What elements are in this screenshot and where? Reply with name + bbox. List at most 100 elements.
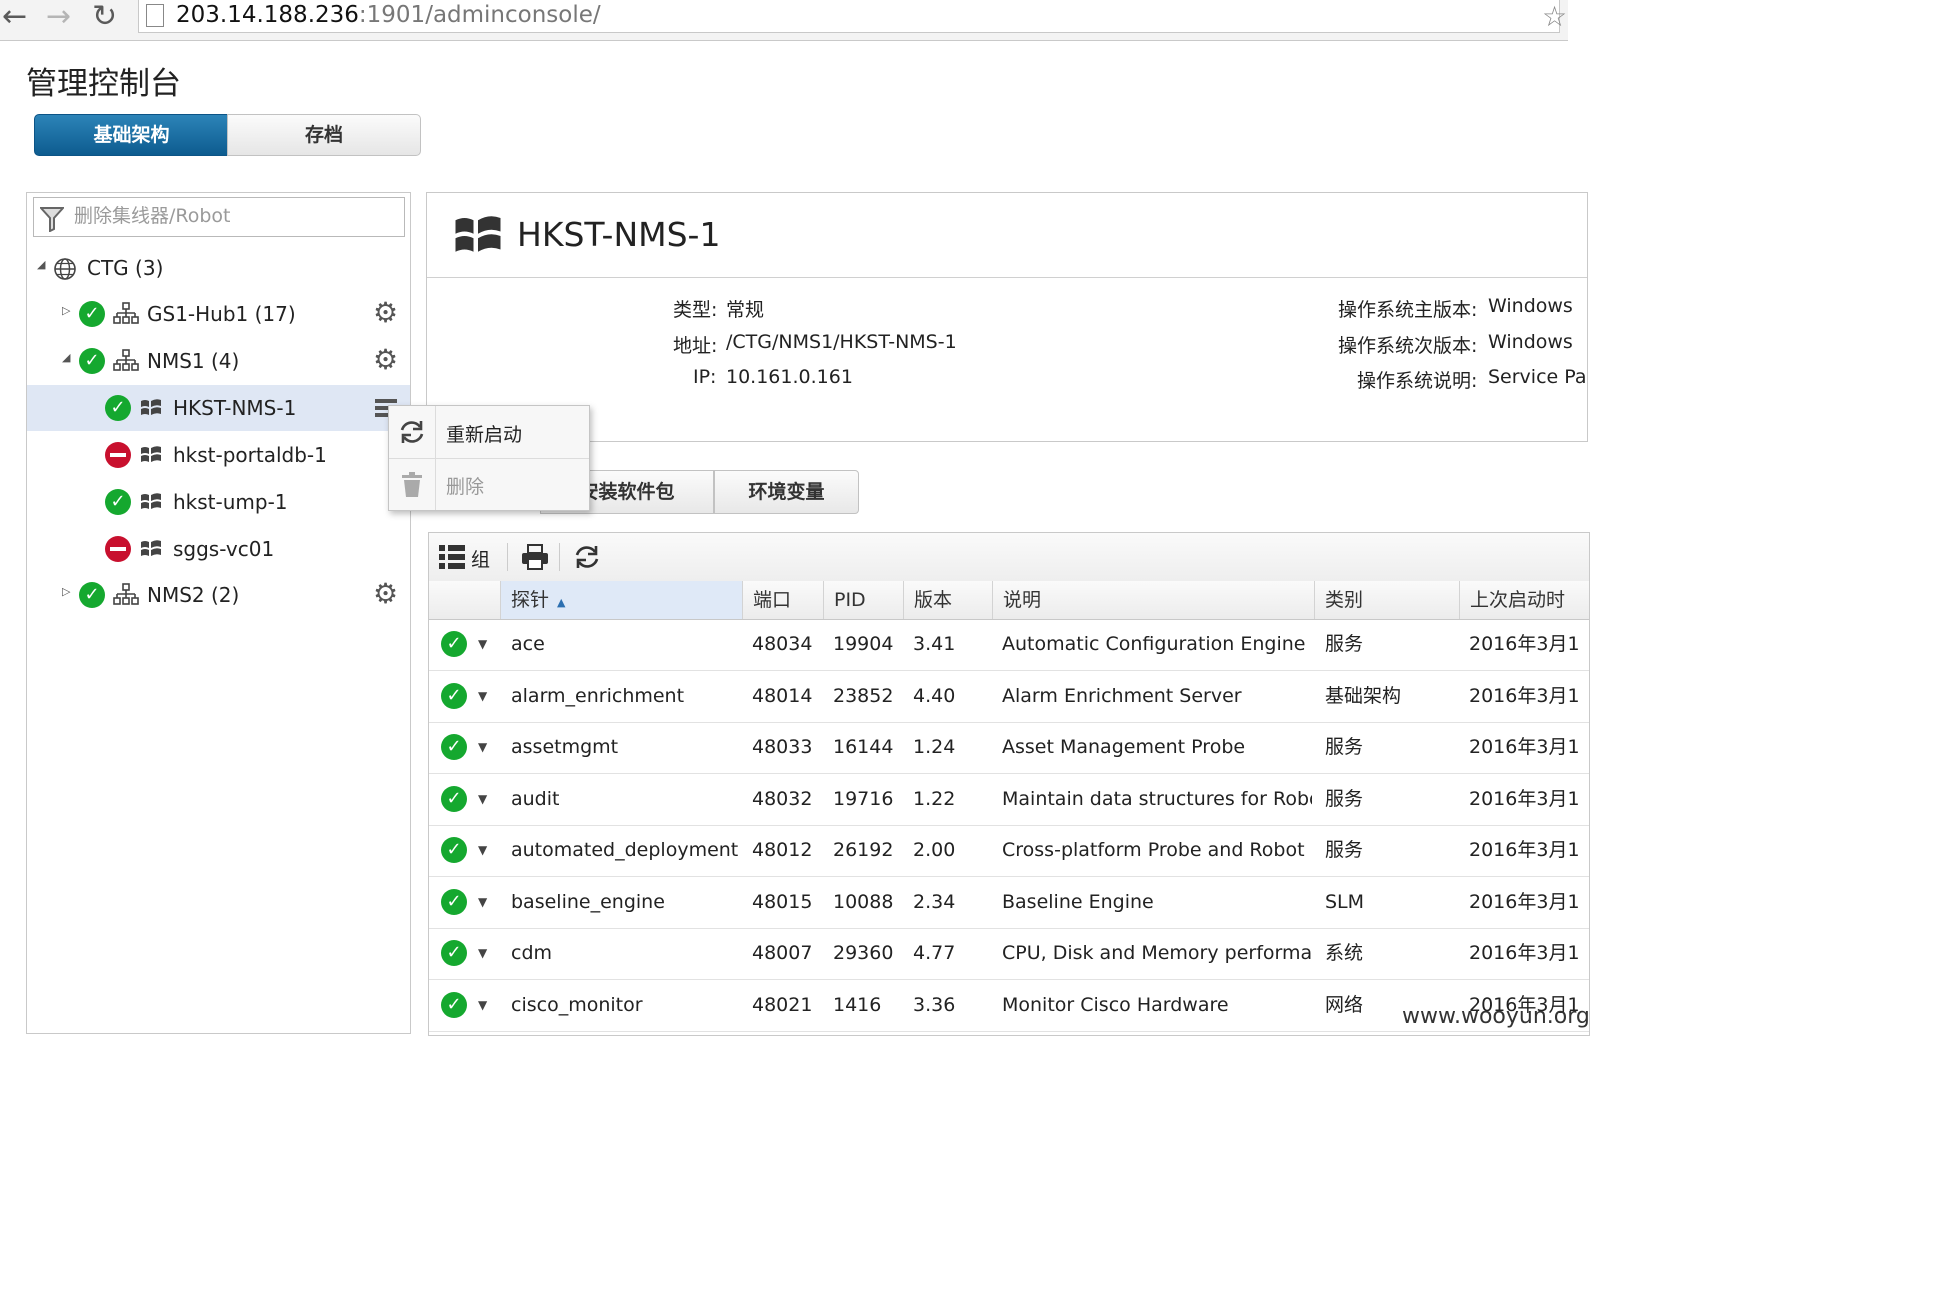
menu-item-label: 删除: [446, 476, 485, 498]
row-dropdown-icon[interactable]: ▼: [478, 740, 487, 754]
tab-environment-variables[interactable]: 环境变量: [714, 470, 859, 514]
cell-port: 48014: [752, 684, 813, 707]
tab-infrastructure[interactable]: 基础架构: [34, 114, 229, 156]
column-header-description[interactable]: 说明: [992, 581, 1314, 619]
type-label: 类型:: [673, 299, 718, 321]
grid-toolbar: 组: [429, 533, 1589, 582]
row-dropdown-icon[interactable]: ▼: [478, 895, 487, 909]
tree-item-robot[interactable]: hkst-portaldb-1: [27, 432, 410, 478]
windows-icon: [141, 540, 161, 556]
robot-title: HKST-NMS-1: [517, 215, 721, 254]
cell-pid: 23852: [833, 684, 894, 707]
table-row[interactable]: ✓ ▼ cdm 48007 29360 4.77 CPU, Disk and Memory …: [429, 928, 1589, 980]
back-icon[interactable]: ←: [2, 2, 27, 32]
refresh-icon[interactable]: [573, 544, 601, 570]
filter-box[interactable]: [33, 197, 405, 237]
print-icon[interactable]: [521, 544, 549, 570]
os-desc-label: 操作系统说明:: [1357, 370, 1478, 392]
address-value: /CTG/NMS1/HKST-NMS-1: [726, 331, 957, 353]
cell-port: 48007: [752, 942, 813, 964]
tree-item-label: GS1-Hub1 (17): [147, 302, 296, 326]
tree-item-hub[interactable]: ▷ ✓ GS1-Hub1 (17) ⚙: [27, 291, 410, 337]
cell-version: 1.24: [913, 736, 956, 758]
tree-item-label: CTG (3): [87, 256, 164, 280]
cell-pid: 16144: [833, 736, 894, 758]
menu-item-restart[interactable]: 重新启动: [389, 406, 589, 459]
forward-icon[interactable]: →: [46, 2, 71, 32]
robot-details-panel: HKST-NMS-1 类型: 常规 地址: /CTG/NMS1/HKST-NMS…: [426, 192, 1588, 442]
tree-item-hub[interactable]: ▷ ✓ NMS2 (2) ⚙: [27, 572, 410, 618]
tab-archive[interactable]: 存档: [227, 114, 421, 156]
cell-pid: 19904: [833, 633, 894, 655]
row-dropdown-icon[interactable]: ▼: [478, 689, 487, 703]
row-dropdown-icon[interactable]: ▼: [478, 792, 487, 806]
status-error-icon: [105, 442, 131, 468]
gear-icon[interactable]: ⚙: [373, 299, 398, 327]
cell-port: 48034: [752, 633, 813, 655]
table-row[interactable]: ✓ ▼ automated_deployment... 48012 26192 2.00 C…: [429, 825, 1589, 877]
tree-item-hub[interactable]: ◢ ✓ NMS1 (4) ⚙: [27, 338, 410, 384]
gear-icon[interactable]: ⚙: [373, 346, 398, 374]
gear-icon[interactable]: ⚙: [373, 580, 398, 608]
row-dropdown-icon[interactable]: ▼: [478, 998, 487, 1012]
tree-item-robot[interactable]: sggs-vc01: [27, 526, 410, 572]
tree-item-robot-selected[interactable]: ✓ HKST-NMS-1: [27, 385, 410, 431]
cell-version: 2.00: [913, 839, 956, 861]
os-minor-label: 操作系统次版本:: [1338, 335, 1478, 357]
windows-icon: [141, 399, 161, 415]
url-path: :1901/adminconsole/: [358, 2, 601, 28]
collapse-triangle-icon[interactable]: ◢: [62, 351, 70, 364]
cell-category: SLM: [1325, 890, 1365, 913]
tree-item-robot[interactable]: ✓ hkst-ump-1: [27, 479, 410, 525]
list-icon[interactable]: [439, 545, 465, 569]
tree-panel: ◢ CTG (3) ▷ ✓ GS1-Hub1 (17) ⚙ ◢ ✓: [26, 192, 411, 1034]
column-header-port[interactable]: 端口: [742, 581, 823, 619]
reload-icon[interactable]: ↻: [92, 2, 117, 32]
cell-desc: Asset Management Probe: [1002, 736, 1246, 758]
table-row[interactable]: ✓ ▼ audit 48032 19716 1.22 Maintain data struc…: [429, 774, 1589, 826]
tree-item-label: NMS1 (4): [147, 349, 240, 373]
table-row[interactable]: ✓ ▼ ace 48034 19904 3.41 Automatic Configurati…: [429, 619, 1589, 671]
expand-triangle-icon[interactable]: ▷: [62, 585, 70, 598]
restart-icon: [400, 421, 424, 443]
collapse-triangle-icon[interactable]: ◢: [37, 258, 45, 271]
ip-value: 10.161.0.161: [726, 366, 853, 388]
status-ok-icon: ✓: [441, 734, 467, 760]
filter-input[interactable]: [72, 204, 396, 228]
cell-category: 系统: [1325, 942, 1364, 964]
column-header-version[interactable]: 版本: [903, 581, 992, 619]
table-row[interactable]: ✓ ▼ baseline_engine 48015 10088 2.34 Baseline …: [429, 877, 1589, 929]
sort-ascending-icon: ▲: [557, 596, 566, 609]
context-menu: 重新启动 删除: [388, 405, 590, 511]
cell-probe: alarm_enrichment: [511, 684, 685, 707]
status-ok-icon: ✓: [441, 837, 467, 863]
cell-probe: assetmgmt: [511, 736, 619, 758]
column-header-last-started[interactable]: 上次启动时: [1459, 581, 1589, 619]
column-header-probe[interactable]: 探针 ▲: [500, 581, 742, 619]
browser-toolbar: ← → ↻ 203.14.188.236:1901/adminconsole/ …: [0, 0, 1568, 41]
windows-logo-icon: [455, 216, 501, 252]
url-text[interactable]: 203.14.188.236:1901/adminconsole/: [176, 1, 601, 29]
cell-version: 3.36: [913, 993, 956, 1016]
row-dropdown-icon[interactable]: ▼: [478, 637, 487, 651]
tree-item-label: hkst-portaldb-1: [173, 443, 327, 467]
table-row[interactable]: ✓ ▼ alarm_enrichment 48014 23852 4.40 Alarm En…: [429, 671, 1589, 723]
os-desc-value: Service Pa: [1488, 366, 1587, 388]
url-host: 203.14.188.236: [176, 2, 359, 28]
cell-port: 48012: [752, 839, 813, 861]
cell-probe: automated_deployment...: [511, 839, 739, 861]
status-ok-icon: ✓: [79, 348, 105, 374]
tree-item-root[interactable]: ◢ CTG (3): [27, 245, 410, 291]
group-label[interactable]: 组: [471, 545, 490, 572]
column-header-category[interactable]: 类别: [1314, 581, 1459, 619]
row-dropdown-icon[interactable]: ▼: [478, 946, 487, 960]
expand-triangle-icon[interactable]: ▷: [62, 304, 70, 317]
column-header-pid[interactable]: PID: [823, 581, 903, 619]
bookmark-star-icon[interactable]: ☆: [1542, 0, 1567, 33]
status-ok-icon: ✓: [79, 582, 105, 608]
table-row[interactable]: ✓ ▼ assetmgmt 48033 16144 1.24 Asset Managemen…: [429, 722, 1589, 774]
status-ok-icon: ✓: [441, 631, 467, 657]
menu-item-delete[interactable]: 删除: [389, 458, 589, 510]
tree-item-label: NMS2 (2): [147, 583, 240, 607]
row-dropdown-icon[interactable]: ▼: [478, 843, 487, 857]
